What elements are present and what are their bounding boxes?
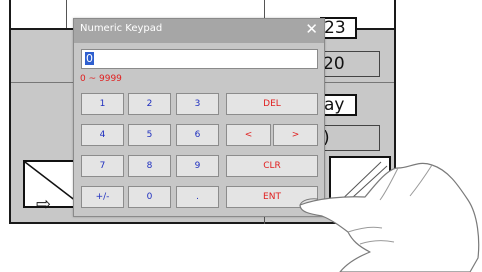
arrow-right-icon: ⇨ [36, 194, 52, 215]
numeric-keypad-dialog: Numeric Keypad ✕ 0 0 ~ 9999 1 2 3 DEL 4 … [73, 18, 325, 217]
key-2[interactable]: 2 [128, 93, 171, 115]
keypad-range-label: 0 ~ 9999 [80, 74, 122, 84]
value-field-3[interactable]: ) [320, 125, 380, 151]
decimal-point-button[interactable]: . [176, 186, 219, 208]
key-6[interactable]: 6 [176, 124, 219, 146]
value-field-2[interactable]: 20 [320, 51, 380, 77]
top-value-text: 23 [324, 18, 346, 38]
cursor-right-button[interactable]: > [273, 124, 318, 146]
keypad-input-value: 0 [85, 52, 94, 65]
key-7[interactable]: 7 [81, 155, 124, 177]
key-4[interactable]: 4 [81, 124, 124, 146]
value-2-text: 20 [323, 54, 345, 74]
key-8[interactable]: 8 [128, 155, 171, 177]
keypad-title-bar: Numeric Keypad ✕ [74, 19, 324, 43]
close-icon[interactable]: ✕ [305, 20, 318, 38]
keypad-input-field[interactable]: 0 [81, 49, 318, 69]
key-3[interactable]: 3 [176, 93, 219, 115]
ent-button[interactable]: ENT [226, 186, 318, 208]
divider [66, 0, 67, 28]
key-1[interactable]: 1 [81, 93, 124, 115]
top-value-field[interactable]: 23 [320, 17, 357, 39]
keypad-title: Numeric Keypad [80, 23, 163, 34]
label-field[interactable]: ay [320, 94, 357, 116]
del-button[interactable]: DEL [226, 93, 318, 115]
key-0[interactable]: 0 [128, 186, 171, 208]
key-5[interactable]: 5 [128, 124, 171, 146]
sign-toggle-button[interactable]: +/- [81, 186, 124, 208]
label-partial-text: ay [324, 95, 345, 115]
diagonal-cell[interactable] [329, 156, 391, 212]
diagonal-lines [332, 161, 388, 209]
clr-button[interactable]: CLR [226, 155, 318, 177]
key-9[interactable]: 9 [176, 155, 219, 177]
cursor-left-button[interactable]: < [226, 124, 271, 146]
